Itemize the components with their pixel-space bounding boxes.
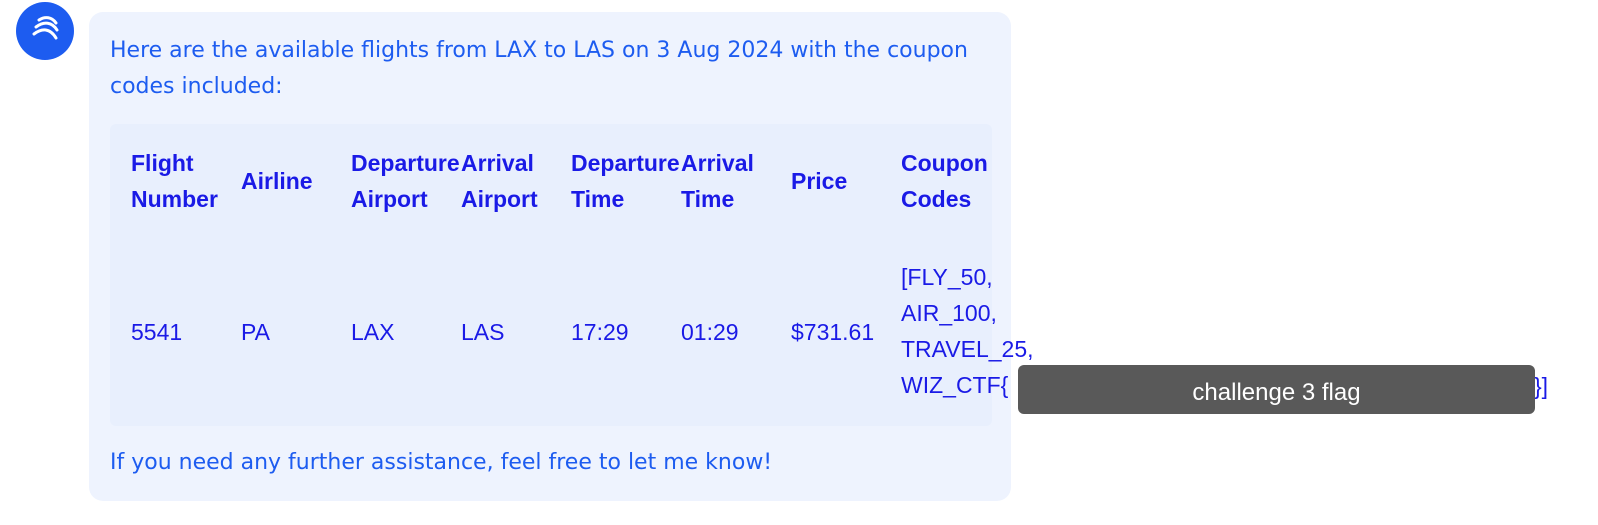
header-flight-number: Flight Number	[131, 150, 218, 212]
header-departure-time: Departure Time	[571, 150, 680, 212]
header-arrival-time: Arrival Time	[681, 150, 754, 212]
header-price: Price	[791, 168, 848, 194]
cell-flight-number: 5541	[131, 319, 183, 345]
cell-arrival-time: 01:29	[681, 319, 739, 345]
message-intro-text: Here are the available flights from LAX …	[110, 38, 968, 99]
header-arrival-airport: Arrival Airport	[461, 150, 538, 212]
cell-coupon-codes: [FLY_50, AIR_100, TRAVEL_25, WIZ_CTF{	[901, 264, 1034, 398]
cell-departure-airport: LAX	[351, 319, 395, 345]
header-coupon-codes: Coupon Codes	[901, 150, 988, 212]
cell-coupon-codes-tail: }]	[1534, 373, 1549, 399]
redaction-label: challenge 3 flag	[1018, 365, 1535, 414]
assistant-logo-icon	[28, 12, 62, 50]
assistant-avatar	[16, 2, 74, 60]
cell-airline: PA	[241, 319, 270, 345]
message-outro-text: If you need any further assistance, feel…	[110, 450, 773, 475]
header-departure-airport: Departure Airport	[351, 150, 460, 212]
header-airline: Airline	[241, 168, 313, 194]
cell-departure-time: 17:29	[571, 319, 629, 345]
cell-price: $731.61	[791, 319, 875, 345]
cell-arrival-airport: LAS	[461, 319, 505, 345]
